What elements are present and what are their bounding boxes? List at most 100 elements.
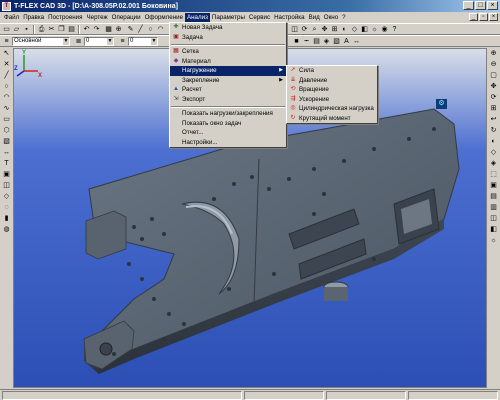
rotate-icon[interactable]: ⟳ (489, 93, 499, 102)
arc-icon[interactable]: ◠ (156, 25, 165, 34)
menu-show-task-window[interactable]: Показать окно задач (170, 119, 286, 129)
polygon-icon[interactable]: ⬡ (2, 126, 12, 135)
hatch-icon[interactable]: ▧ (332, 37, 341, 46)
material-icon[interactable]: ◈ (322, 37, 331, 46)
zoom-window-icon[interactable]: ▢ (489, 71, 499, 80)
menu-report[interactable]: Отчет... (170, 128, 286, 138)
help-icon[interactable]: ? (390, 25, 399, 34)
menu-calculate[interactable]: ▲ Расчет (170, 85, 286, 95)
fit-icon[interactable]: ⊞ (330, 25, 339, 34)
color-icon[interactable]: ■ (292, 37, 301, 46)
previous-view-icon[interactable]: ↩ (489, 115, 499, 124)
chevron-down-icon[interactable]: ▼ (63, 38, 69, 45)
node-icon[interactable]: ✕ (2, 60, 12, 69)
profile-icon[interactable]: ◌ (2, 203, 12, 212)
fit-all-icon[interactable]: ⊞ (489, 104, 499, 113)
camera-icon[interactable]: ◉ (380, 25, 389, 34)
pan-icon[interactable]: ✥ (489, 82, 499, 91)
dimension-icon[interactable]: ↔ (352, 37, 361, 46)
text-icon[interactable]: A (342, 37, 351, 46)
priority-combo[interactable]: 0 ▼ (128, 37, 158, 46)
menu-new-task[interactable]: ✚ Новая Задача (170, 23, 286, 33)
front-view-icon[interactable]: ▣ (489, 181, 499, 190)
analysis-tool-icon[interactable]: ⚙ (436, 99, 447, 109)
menu-settings-item[interactable]: Настройки... (170, 138, 286, 148)
menu-format[interactable]: Оформление (143, 13, 185, 23)
circle-icon[interactable]: ○ (146, 25, 155, 34)
wireframe-icon[interactable]: ◇ (350, 25, 359, 34)
text-icon[interactable]: T (2, 159, 12, 168)
doc-minimize-button[interactable]: _ (469, 13, 478, 21)
menu-file[interactable]: Файл (2, 13, 21, 23)
chevron-down-icon[interactable]: ▼ (107, 38, 113, 45)
view-icon[interactable]: ◫ (290, 25, 299, 34)
section-icon[interactable]: ◧ (360, 25, 369, 34)
style-icon[interactable]: ▤ (312, 37, 321, 46)
section-view-icon[interactable]: ◧ (489, 225, 499, 234)
menu-view[interactable]: Вид (307, 13, 322, 23)
shade-icon[interactable]: ◐ (340, 25, 349, 34)
side-view-icon[interactable]: ▥ (489, 203, 499, 212)
submenu-rotation[interactable]: ⟲ Вращение (287, 85, 377, 95)
workplane-icon[interactable]: ◇ (2, 192, 12, 201)
extrude-icon[interactable]: ▮ (2, 214, 12, 223)
menu-operations[interactable]: Операции (110, 13, 143, 23)
zoom-in-icon[interactable]: ⊕ (489, 49, 499, 58)
spline-icon[interactable]: ∿ (2, 104, 12, 113)
menu-loading[interactable]: Нагружение ▶ (170, 66, 286, 76)
hidden-lines-icon[interactable]: ◈ (489, 159, 499, 168)
cut-icon[interactable]: ✂ (47, 25, 56, 34)
pencil-icon[interactable]: ✎ (126, 25, 135, 34)
submenu-cylindrical-load[interactable]: ◎ Цилиндрическая нагрузка (287, 104, 377, 114)
light-icon[interactable]: ☼ (489, 236, 499, 245)
image-icon[interactable]: ▣ (2, 170, 12, 179)
open-file-icon[interactable]: ▱ (12, 25, 21, 34)
perspective-icon[interactable]: ⬚ (489, 170, 499, 179)
redo-icon[interactable]: ↷ (92, 25, 101, 34)
shaded-icon[interactable]: ◐ (489, 137, 499, 146)
doc-restore-button[interactable]: ▫ (479, 13, 488, 21)
select-icon[interactable]: ↖ (2, 49, 12, 58)
line-icon[interactable]: ╱ (136, 25, 145, 34)
menu-mesh[interactable]: ▦ Сетка (170, 47, 286, 57)
menu-window[interactable]: Окно (322, 13, 340, 23)
save-icon[interactable]: ▪ (22, 25, 31, 34)
doc-close-button[interactable]: × (489, 13, 498, 21)
close-button[interactable]: × (487, 1, 498, 10)
menu-drawing[interactable]: Чертеж (85, 13, 110, 23)
menu-help[interactable]: ? (340, 13, 347, 23)
t-flex-icon[interactable]: T (2, 1, 11, 11)
arc-icon[interactable]: ◠ (2, 93, 12, 102)
top-view-icon[interactable]: ▤ (489, 192, 499, 201)
grid-icon[interactable]: ▦ (104, 25, 113, 34)
fragment-icon[interactable]: ◫ (2, 181, 12, 190)
level-combo[interactable]: 0 ▼ (84, 37, 114, 46)
menu-construct[interactable]: Построения (46, 13, 84, 23)
submenu-torque[interactable]: ↻ Крутящий момент (287, 114, 377, 124)
menu-export[interactable]: ⇲ Экспорт (170, 95, 286, 105)
rectangle-icon[interactable]: ▭ (2, 115, 12, 124)
menu-show-loads[interactable]: Показать нагрузки/закрепления (170, 109, 286, 119)
pan-icon[interactable]: ✥ (320, 25, 329, 34)
revolve-icon[interactable]: ◍ (2, 225, 12, 234)
minimize-button[interactable]: _ (463, 1, 474, 10)
redraw-icon[interactable]: ↻ (489, 126, 499, 135)
menu-fixation[interactable]: Закрепление ▶ (170, 76, 286, 86)
menu-settings[interactable]: Настройка (272, 13, 306, 23)
undo-icon[interactable]: ↶ (82, 25, 91, 34)
linetype-icon[interactable]: ┅ (302, 37, 311, 46)
submenu-force[interactable]: ➚ Сила (287, 66, 377, 76)
circle-icon[interactable]: ○ (2, 82, 12, 91)
layer-combo[interactable]: Основной ▼ (12, 37, 70, 46)
print-icon[interactable]: ⎙ (37, 25, 46, 34)
submenu-acceleration[interactable]: ⇶ Ускорение (287, 95, 377, 105)
hatch-icon[interactable]: ▧ (2, 137, 12, 146)
new-file-icon[interactable]: ▭ (2, 25, 11, 34)
copy-icon[interactable]: ❐ (57, 25, 66, 34)
light-icon[interactable]: ☼ (370, 25, 379, 34)
paste-icon[interactable]: ▤ (67, 25, 76, 34)
snap-icon[interactable]: ⊕ (114, 25, 123, 34)
menu-analysis[interactable]: Анализ (185, 12, 210, 23)
menu-parameters[interactable]: Параметры (210, 13, 247, 23)
chevron-down-icon[interactable]: ▼ (151, 38, 157, 45)
